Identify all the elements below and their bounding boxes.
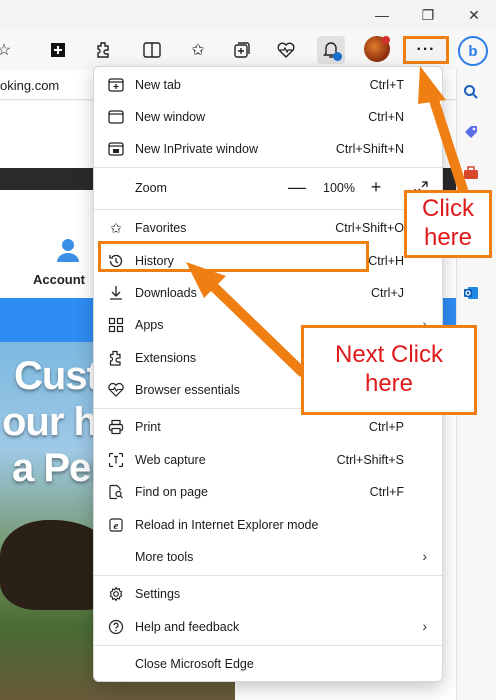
bing-chat-icon[interactable]: b <box>458 36 488 66</box>
svg-text:e: e <box>114 520 119 532</box>
internet-explorer-icon: e <box>107 517 125 533</box>
search-icon[interactable] <box>461 82 481 102</box>
heart-pulse-icon <box>107 382 125 398</box>
title-bar: — ❐ ✕ <box>0 0 496 30</box>
callout-text-line: Next Click <box>334 341 443 369</box>
menu-item-label: New InPrivate window <box>135 142 258 156</box>
favorites-icon: ✩ <box>110 220 122 236</box>
extensions-icon[interactable] <box>90 36 118 64</box>
menu-item-label: New window <box>135 110 206 124</box>
menu-item-label: Find on page <box>135 485 208 499</box>
collections-icon[interactable] <box>228 36 256 64</box>
menu-divider <box>94 209 442 210</box>
menu-item-new-inprivate-window[interactable]: New InPrivate window Ctrl+Shift+N <box>94 134 442 164</box>
menu-item-label: Close Microsoft Edge <box>135 657 254 671</box>
minimize-button[interactable]: — <box>370 4 394 26</box>
download-icon <box>107 285 125 301</box>
menu-item-find-on-page[interactable]: Find on page Ctrl+F <box>94 477 442 507</box>
gear-icon <box>107 586 125 602</box>
menu-item-downloads[interactable]: Downloads Ctrl+J <box>94 278 442 308</box>
zoom-level-value: 100% <box>323 181 355 195</box>
menu-item-label: Web capture <box>135 453 206 467</box>
menu-item-web-capture[interactable]: Web capture Ctrl+Shift+S <box>94 445 442 475</box>
shopping-tag-icon[interactable] <box>461 122 481 142</box>
menu-item-settings[interactable]: Settings <box>94 579 442 609</box>
menu-item-label: Reload in Internet Explorer mode <box>135 518 319 532</box>
close-window-button[interactable]: ✕ <box>462 4 486 26</box>
menu-divider <box>94 575 442 576</box>
chevron-right-icon: › <box>422 548 427 564</box>
menu-item-label: Print <box>135 420 161 434</box>
menu-item-shortcut: Ctrl+T <box>369 78 404 92</box>
apps-grid-icon <box>107 317 125 333</box>
menu-item-label: Downloads <box>135 286 197 300</box>
favorites-list-icon[interactable]: ✩ <box>184 36 212 64</box>
history-highlight-box <box>98 241 369 272</box>
split-screen-icon[interactable] <box>138 36 166 64</box>
menu-item-shortcut: Ctrl+N <box>368 110 404 124</box>
menu-item-reload-ie-mode[interactable]: e Reload in Internet Explorer mode <box>94 510 442 540</box>
find-in-page-icon <box>107 484 125 500</box>
outlook-icon[interactable] <box>461 283 481 303</box>
profile-status-dot <box>382 36 390 44</box>
notification-badge <box>333 52 342 61</box>
menu-item-close-edge[interactable]: Close Microsoft Edge <box>94 649 442 679</box>
chevron-right-icon: › <box>422 618 427 634</box>
menu-divider <box>94 645 442 646</box>
callout-text-line: Click <box>422 195 474 223</box>
menu-item-shortcut: Ctrl+Shift+S <box>336 453 404 467</box>
menu-item-label: Settings <box>135 587 181 601</box>
menu-item-label: Extensions <box>135 351 197 365</box>
web-capture-icon <box>107 452 125 468</box>
callout-text-line: here <box>364 370 414 397</box>
menu-item-label: Zoom <box>135 181 167 195</box>
menu-item-label: Apps <box>135 318 164 332</box>
menu-item-label: New tab <box>135 78 181 92</box>
menu-item-label: Browser essentials <box>135 383 240 397</box>
menu-item-print[interactable]: Print Ctrl+P <box>94 412 442 442</box>
menu-item-shortcut: Ctrl+Shift+O <box>335 221 404 235</box>
menu-item-shortcut: Ctrl+P <box>368 420 404 434</box>
restore-button[interactable]: ❐ <box>416 4 440 26</box>
menu-item-shortcut: Ctrl+Shift+N <box>335 142 404 156</box>
menu-item-more-tools[interactable]: More tools › <box>94 542 442 572</box>
bookmark-link[interactable]: oking.com <box>0 78 59 93</box>
favorite-star-icon[interactable]: ☆ <box>0 36 18 64</box>
menu-item-shortcut: Ctrl+F <box>369 485 404 499</box>
account-person-icon[interactable] <box>55 236 81 262</box>
hero-text-line: a Per <box>12 446 106 490</box>
menu-divider <box>94 167 442 168</box>
menu-item-label: Help and feedback <box>135 620 240 634</box>
extensions-puzzle-icon <box>107 350 125 366</box>
callout-text-line: here <box>423 224 473 251</box>
menu-item-new-tab[interactable]: New tab Ctrl+T <box>94 70 442 100</box>
browser-essentials-icon[interactable] <box>272 36 300 64</box>
settings-and-more-button[interactable]: ··· <box>403 36 449 64</box>
menu-item-label: More tools <box>135 550 194 564</box>
zoom-out-button[interactable]: — <box>287 178 307 198</box>
next-click-here-callout: Next Click here <box>301 325 477 415</box>
menu-item-help-and-feedback[interactable]: Help and feedback › <box>94 612 442 642</box>
menu-item-shortcut: Ctrl+H <box>368 254 404 268</box>
account-link[interactable]: Account <box>33 272 85 287</box>
zoom-in-button[interactable]: + <box>366 178 386 198</box>
printer-icon <box>107 419 125 435</box>
menu-item-zoom: Zoom — 100% + <box>94 173 442 203</box>
menu-item-shortcut: Ctrl+J <box>371 286 404 300</box>
menu-item-favorites[interactable]: ✩ Favorites Ctrl+Shift+O <box>94 213 442 243</box>
tools-briefcase-icon[interactable] <box>461 163 481 183</box>
menu-item-label: Favorites <box>135 221 187 235</box>
new-window-icon <box>107 109 125 125</box>
new-tab-icon <box>107 77 125 93</box>
inprivate-icon <box>107 141 125 157</box>
menu-item-new-window[interactable]: New window Ctrl+N <box>94 102 442 132</box>
click-here-callout: Click here <box>404 190 492 258</box>
add-collection-icon[interactable] <box>44 36 72 64</box>
help-question-icon <box>107 619 125 635</box>
notifications-bell-icon[interactable] <box>317 36 345 64</box>
